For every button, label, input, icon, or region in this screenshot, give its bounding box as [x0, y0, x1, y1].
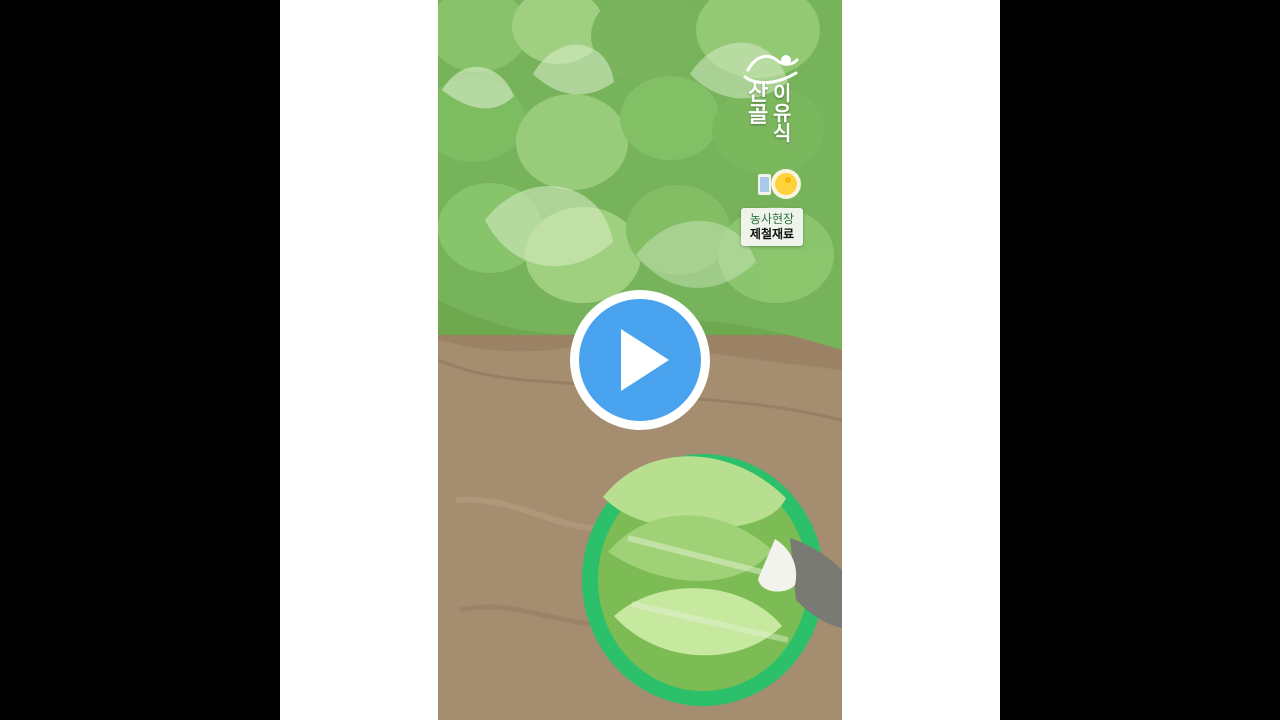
- right-white-panel: [842, 0, 1000, 720]
- brand-sanol-text: 산골: [748, 81, 769, 128]
- baby-food-bowl-icon: [758, 169, 801, 199]
- play-button[interactable]: [567, 287, 713, 433]
- farm-fresh-badge: 농사현장 제철재료: [741, 208, 803, 246]
- badge-farm-site-text: 농사현장: [749, 212, 795, 226]
- play-icon[interactable]: [567, 287, 713, 433]
- left-white-panel: [280, 0, 438, 720]
- badge-seasonal-text: 제철재료: [749, 227, 795, 241]
- brand-iyusik-text: 이유식: [773, 81, 792, 145]
- brand-overlay: 산골 이유식 농사현장 제철재료: [741, 48, 813, 268]
